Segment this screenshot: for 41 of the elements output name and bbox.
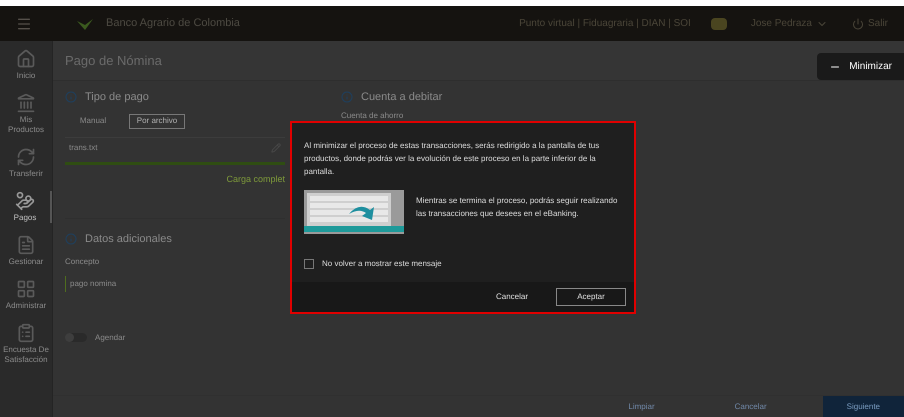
action-button[interactable]: Limpiar: [604, 396, 679, 417]
schedule-label: Agendar: [95, 332, 126, 344]
payment-type-tab[interactable]: Por archivo: [129, 114, 185, 128]
info-icon: [65, 91, 77, 104]
file-field[interactable]: trans.txt: [65, 136, 285, 154]
hand-coins-icon: [15, 191, 35, 211]
bank-icon: [16, 93, 36, 113]
cancel-button[interactable]: Cancelar: [480, 288, 544, 306]
grid-icon: [16, 279, 36, 299]
refresh-icon: [16, 147, 36, 167]
action-button[interactable]: Cancelar: [710, 396, 791, 417]
section-heading: Cuenta a debitar: [361, 90, 442, 105]
section-heading: Tipo de pago: [85, 90, 149, 105]
dialog-message: Al minimizar el proceso de estas transacciones, serás redirigido a la pantalla de tus productos, donde podrás ver la evolución de este proceso en la parte inferior de la pantalla.: [304, 140, 600, 178]
sidebar-item[interactable]: Gestionar: [0, 235, 52, 267]
info-icon: [341, 91, 353, 104]
home-icon: [16, 49, 36, 69]
clipboard-icon: [16, 323, 36, 343]
sidebar-item[interactable]: Encuesta De Satisfacción: [0, 323, 52, 365]
sidebar-item[interactable]: Administrar: [0, 279, 52, 311]
minimize-button[interactable]: Minimizar: [817, 53, 904, 80]
concept-field[interactable]: pago nomina: [65, 276, 285, 292]
upload-status: Carga complet: [226, 172, 285, 186]
sidebar-item[interactable]: Transferir: [0, 147, 52, 179]
field-label: Concepto: [65, 256, 100, 268]
action-button[interactable]: Siguiente: [822, 396, 904, 417]
accept-button[interactable]: Aceptar: [556, 288, 626, 306]
file-name: trans.txt: [69, 142, 98, 154]
dont-show-checkbox[interactable]: No volver a mostrar este mensaje: [304, 258, 622, 270]
document-icon: [16, 235, 36, 255]
sidebar-item[interactable]: Mis Productos: [0, 93, 52, 135]
payment-type-tab[interactable]: Manual: [65, 114, 121, 128]
menu-icon[interactable]: [16, 16, 32, 32]
section-heading: Datos adicionales: [85, 232, 172, 247]
power-icon: [852, 18, 864, 30]
bank-name: Banco Agrario de Colombia: [106, 16, 240, 32]
pencil-icon[interactable]: [271, 142, 281, 152]
info-icon: [65, 233, 77, 246]
dialog-note: Mientras se termina el proceso, podrás seguir realizando las transacciones que desees en el eBanking.: [416, 195, 618, 220]
logo-icon: [76, 16, 94, 30]
sidebar-item[interactable]: Inicio: [0, 49, 52, 81]
